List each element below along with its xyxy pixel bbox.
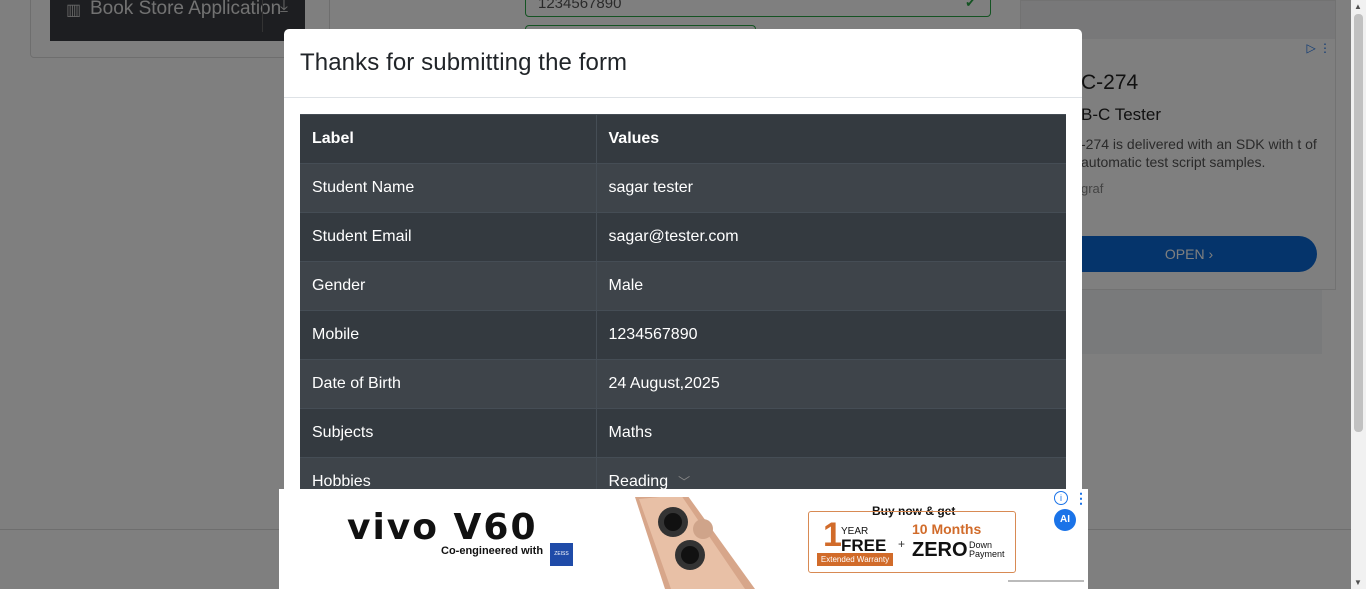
table-row: Date of Birth 24 August,2025 bbox=[300, 359, 1066, 409]
ad-offer-months: 10 Months bbox=[912, 521, 982, 537]
page-scrollbar[interactable]: ▲ ▼ bbox=[1351, 0, 1366, 589]
ad-offer-zero: ZERO bbox=[912, 539, 968, 561]
ad-offer-extended: Extended Warranty bbox=[817, 553, 893, 566]
ad-info-icon[interactable]: i bbox=[1054, 491, 1068, 505]
table-row: Student Name sagar tester bbox=[300, 163, 1066, 213]
ad-offer-down-payment: Down Payment bbox=[969, 540, 1005, 559]
table-row: Gender Male bbox=[300, 261, 1066, 311]
row-value: Male bbox=[596, 261, 1066, 311]
ad-fine-print bbox=[1008, 580, 1084, 582]
table-header-label: Label bbox=[300, 114, 597, 164]
modal-body: Label Values Student Name sagar tester S… bbox=[284, 98, 1082, 507]
submission-table: Label Values Student Name sagar tester S… bbox=[300, 114, 1066, 507]
table-row: Mobile 1234567890 bbox=[300, 310, 1066, 360]
ad-tagline: Co-engineered with bbox=[441, 545, 544, 557]
chevron-down-icon: ﹀ bbox=[678, 475, 691, 490]
row-label: Student Name bbox=[300, 163, 597, 213]
row-label: Mobile bbox=[300, 310, 597, 360]
ad-offer-box: 1 YEAR FREE Extended Warranty + 10 Month… bbox=[808, 511, 1016, 573]
row-label: Date of Birth bbox=[300, 359, 597, 409]
scrollbar-thumb[interactable] bbox=[1354, 14, 1363, 432]
row-value: sagar tester bbox=[596, 163, 1066, 213]
ad-brand-logo: vivo V60 bbox=[347, 507, 538, 548]
scroll-down-arrow-icon[interactable]: ▼ bbox=[1354, 578, 1362, 587]
ai-badge-icon: AI bbox=[1054, 509, 1076, 531]
row-value: 1234567890 bbox=[596, 310, 1066, 360]
row-label: Student Email bbox=[300, 212, 597, 262]
ad-more-icon[interactable]: ⋮ bbox=[1074, 490, 1088, 507]
zeiss-logo: ZEISS bbox=[550, 543, 573, 566]
ad-offer-one: 1 bbox=[823, 516, 842, 554]
row-value: 24 August,2025 bbox=[596, 359, 1066, 409]
bottom-ad-banner[interactable]: vivo V60 Co-engineered with ZEISS Buy no… bbox=[279, 489, 1088, 589]
row-value: Maths bbox=[596, 408, 1066, 458]
table-header-values: Values bbox=[596, 114, 1066, 164]
modal-header: Thanks for submitting the form bbox=[284, 29, 1082, 98]
row-value-text: Reading bbox=[608, 473, 669, 491]
table-row: Subjects Maths bbox=[300, 408, 1066, 458]
ad-offer-plus: + bbox=[898, 537, 906, 551]
table-row: Student Email sagar@tester.com bbox=[300, 212, 1066, 262]
modal-title: Thanks for submitting the form bbox=[300, 49, 628, 76]
row-value: sagar@tester.com bbox=[596, 212, 1066, 262]
scroll-up-arrow-icon[interactable]: ▲ bbox=[1354, 2, 1362, 11]
phone-image bbox=[635, 497, 755, 589]
row-label: Gender bbox=[300, 261, 597, 311]
row-label: Subjects bbox=[300, 408, 597, 458]
